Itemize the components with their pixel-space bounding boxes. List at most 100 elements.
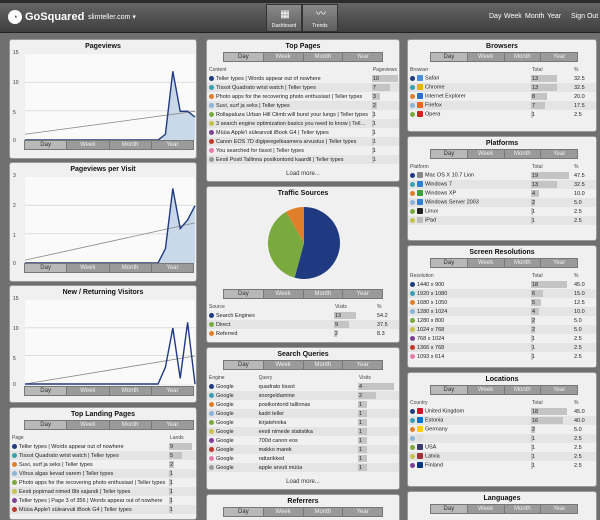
tab-week[interactable]: Week — [468, 259, 505, 267]
load-more-link[interactable]: Load more... — [207, 171, 399, 177]
table-row[interactable]: Opera 1 2.5 — [408, 110, 596, 119]
table-row[interactable]: 768 x 1024 1 2.5 — [408, 334, 596, 343]
tab-day[interactable]: Day — [224, 508, 264, 516]
table-row[interactable]: Canon EOS 7D digipeegelkaamera arvustus … — [207, 137, 399, 146]
tab-day[interactable]: Day — [431, 386, 468, 394]
table-row[interactable]: Estonia 16 40.0 — [408, 416, 596, 425]
table-row[interactable]: iPad 1 2.5 — [408, 216, 596, 225]
tab-week[interactable]: Week — [67, 264, 110, 272]
table-row[interactable]: Google kirjatehnika 1 — [207, 418, 399, 427]
tab-day[interactable]: Day — [431, 53, 468, 61]
table-row[interactable]: 1280 x 1024 4 10.0 — [408, 307, 596, 316]
table-row[interactable]: 1024 x 768 2 5.0 — [408, 325, 596, 334]
table-row[interactable]: United Kingdom 18 45.0 — [408, 407, 596, 416]
tab-month[interactable]: Month — [304, 290, 344, 298]
tab-day[interactable]: Day — [224, 53, 264, 61]
period-year-link[interactable]: Year — [547, 13, 561, 20]
tab-day[interactable]: Day — [431, 505, 468, 513]
tab-day[interactable]: Day — [224, 290, 264, 298]
tab-month[interactable]: Month — [110, 264, 152, 272]
tab-year[interactable]: Year — [152, 264, 193, 272]
tab-year[interactable]: Year — [541, 259, 577, 267]
table-row[interactable]: Suvi, surf ja seks | Teller types 2 — [10, 460, 196, 469]
table-row[interactable]: You searched for tissot | Teller types 1 — [207, 146, 399, 155]
tab-week[interactable]: Week — [468, 53, 505, 61]
tab-day[interactable]: Day — [431, 150, 468, 158]
table-row[interactable]: Google makko marek 1 — [207, 445, 399, 454]
table-row[interactable]: Google snorgeldamine 2 — [207, 391, 399, 400]
logo[interactable]: ◔ GoSquared — [8, 10, 84, 24]
table-row[interactable]: Eesti popimad nimed 8bi sajandi | Teller… — [10, 487, 196, 496]
table-row[interactable]: Eesti Posti Tallinna postkontorid kaardi… — [207, 155, 399, 164]
table-row[interactable]: Google 700d canon eos 1 — [207, 436, 399, 445]
table-row[interactable]: Chrome 13 32.5 — [408, 83, 596, 92]
table-row[interactable]: Google quadrato tissot 4 — [207, 382, 399, 391]
table-row[interactable]: Võrus algas kevad varem | Teller types 1 — [10, 469, 196, 478]
tab-year[interactable]: Year — [541, 386, 577, 394]
tab-month[interactable]: Month — [304, 361, 344, 369]
tab-month[interactable]: Month — [110, 141, 152, 149]
table-row[interactable]: Windows 7 13 32.5 — [408, 180, 596, 189]
tab-year[interactable]: Year — [541, 505, 577, 513]
table-row[interactable]: 1440 x 900 18 45.0 — [408, 280, 596, 289]
table-row[interactable]: Tissot Quadrato wrist watch | Teller typ… — [10, 451, 196, 460]
table-row[interactable]: Internet Explorer 8 20.0 — [408, 92, 596, 101]
table-row[interactable]: Latvia 1 2.5 — [408, 452, 596, 461]
table-row[interactable]: 1366 x 768 1 2.5 — [408, 343, 596, 352]
tab-month[interactable]: Month — [505, 259, 542, 267]
table-row[interactable]: 1680 x 1050 5 12.5 — [408, 298, 596, 307]
table-row[interactable]: Referred 2 8.3 — [207, 329, 399, 338]
period-week-link[interactable]: Week — [504, 13, 522, 20]
tab-week[interactable]: Week — [264, 290, 304, 298]
table-row[interactable]: Teller types | Words appear out of nowhe… — [10, 442, 196, 451]
tab-week[interactable]: Week — [264, 53, 304, 61]
table-row[interactable]: Photo apps for the recovering photo enth… — [207, 92, 399, 101]
table-row[interactable]: Suvi, surf ja seks | Teller types 2 — [207, 101, 399, 110]
table-row[interactable]: 1093 x 614 1 2.5 — [408, 352, 596, 361]
sign-out-link[interactable]: Sign Out — [571, 13, 598, 20]
tab-year[interactable]: Year — [343, 508, 382, 516]
dashboard-button[interactable]: ▦ Dashboard — [266, 4, 302, 32]
tab-day[interactable]: Day — [431, 259, 468, 267]
table-row[interactable]: Google kadri teller 1 — [207, 409, 399, 418]
tab-year[interactable]: Year — [343, 53, 382, 61]
tab-week[interactable]: Week — [67, 141, 110, 149]
tab-month[interactable]: Month — [505, 386, 542, 394]
tab-day[interactable]: Day — [25, 264, 68, 272]
tab-week[interactable]: Week — [67, 387, 110, 395]
tab-month[interactable]: Month — [110, 387, 152, 395]
tab-week[interactable]: Week — [67, 421, 110, 429]
tab-week[interactable]: Week — [468, 505, 505, 513]
tab-month[interactable]: Month — [505, 505, 542, 513]
table-row[interactable]: Firefox 7 17.5 — [408, 101, 596, 110]
tab-year[interactable]: Year — [541, 53, 577, 61]
tab-day[interactable]: Day — [224, 361, 264, 369]
tab-week[interactable]: Week — [468, 386, 505, 394]
trends-button[interactable]: 〰 Trends — [302, 4, 338, 32]
tab-year[interactable]: Year — [541, 150, 577, 158]
table-row[interactable]: Google eesti nimede statistika 1 — [207, 427, 399, 436]
table-row[interactable]: Germany 2 5.0 — [408, 425, 596, 434]
table-row[interactable]: Tissot Quadrato wrist watch | Teller typ… — [207, 83, 399, 92]
tab-year[interactable]: Year — [152, 387, 193, 395]
site-selector[interactable]: slimteller.com ▾ — [88, 13, 136, 21]
table-row[interactable]: Linux 1 2.5 — [408, 207, 596, 216]
table-row[interactable]: Safari 13 32.5 — [408, 74, 596, 83]
table-row[interactable]: Google rattarikked 1 — [207, 454, 399, 463]
tab-month[interactable]: Month — [505, 150, 542, 158]
tab-year[interactable]: Year — [152, 141, 193, 149]
table-row[interactable]: Google postkontorid tallinnas 1 — [207, 400, 399, 409]
table-row[interactable]: Teller types | Page 3 of 356 | Words app… — [10, 496, 196, 505]
table-row[interactable]: Photo apps for the recovering photo enth… — [10, 478, 196, 487]
table-row[interactable]: Teller types | Words appear out of nowhe… — [207, 74, 399, 83]
tab-day[interactable]: Day — [25, 141, 68, 149]
table-row[interactable]: 1920 x 1080 6 15.0 — [408, 289, 596, 298]
tab-day[interactable]: Day — [25, 387, 68, 395]
table-row[interactable]: Mac OS X 10.7 Lion 19 47.5 — [408, 171, 596, 180]
period-month-link[interactable]: Month — [525, 13, 544, 20]
load-more-link[interactable]: Load more... — [207, 479, 399, 485]
table-row[interactable]: 1 2.5 — [408, 434, 596, 443]
tab-month[interactable]: Month — [304, 508, 344, 516]
tab-week[interactable]: Week — [468, 150, 505, 158]
table-row[interactable]: Google apple arvuti müüa 1 — [207, 463, 399, 472]
